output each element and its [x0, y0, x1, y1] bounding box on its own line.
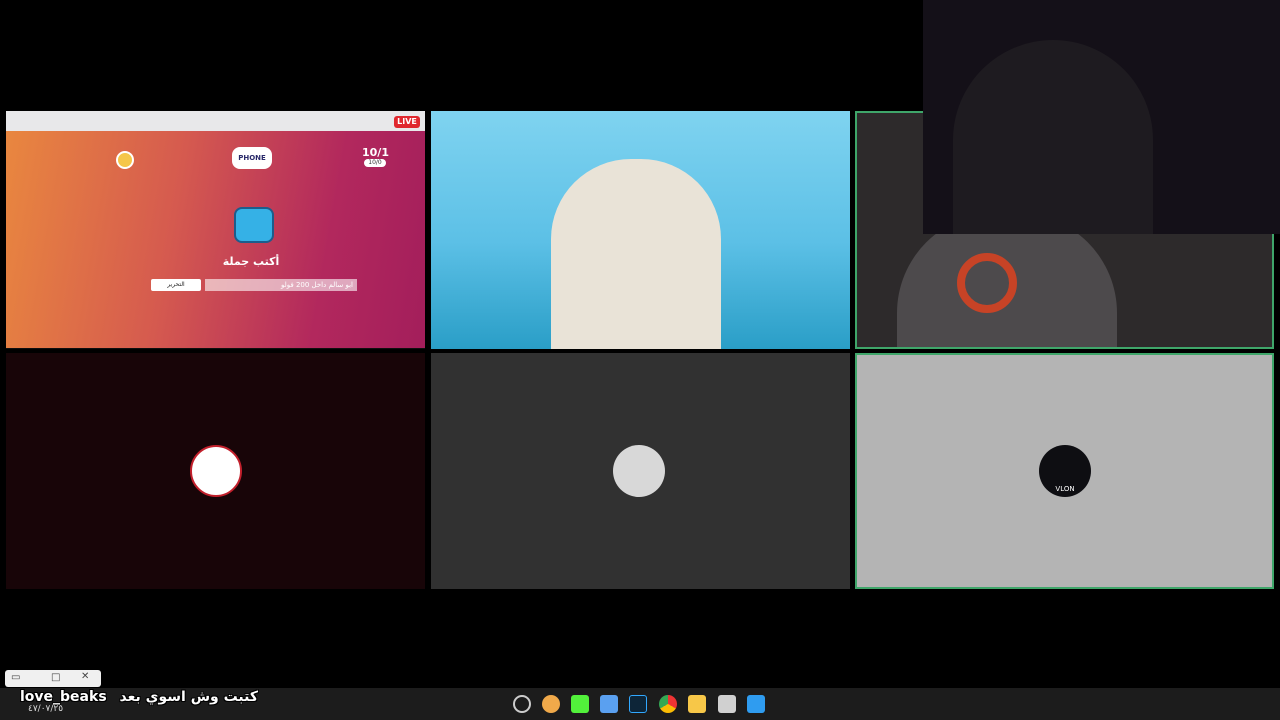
avatar — [190, 445, 242, 497]
chrome-icon[interactable] — [659, 695, 677, 713]
telephone-icon — [234, 207, 274, 243]
caption: كتبت وش اسوي بعد — [119, 689, 258, 705]
username: love_beaks — [20, 689, 107, 705]
folder-icon[interactable] — [688, 695, 706, 713]
avatar: VLON — [1039, 445, 1091, 497]
submit-button[interactable]: التحرير — [151, 279, 201, 291]
browser-toolbar — [6, 111, 425, 131]
sentence-input[interactable]: ابو سالم داخل 200 فولو — [205, 279, 357, 291]
person — [953, 40, 1153, 234]
headphones-icon — [957, 253, 1017, 313]
avatar-label: VLON — [1055, 485, 1075, 493]
chat-overlay: love_beaks كتبت وش اسوي بعد — [20, 689, 258, 705]
discord-icon[interactable] — [542, 695, 560, 713]
maximize-icon[interactable]: □ — [51, 672, 60, 683]
photoshop-icon[interactable] — [629, 695, 647, 713]
game-heading: أكتب جملة — [222, 255, 280, 268]
participant-tile-2[interactable] — [431, 353, 850, 589]
date-label: ٤٧/٠٧/٢٥ — [28, 704, 64, 714]
person — [551, 159, 721, 349]
round-counter: 10/1 — [362, 146, 389, 159]
round-sub: 10/0 — [364, 159, 386, 167]
game-logo: PHONE — [232, 147, 272, 169]
kick-icon[interactable] — [571, 695, 589, 713]
app-icon[interactable] — [718, 695, 736, 713]
restore-icon[interactable]: ▭ — [11, 672, 20, 683]
avatar — [613, 445, 665, 497]
windows-icon[interactable] — [747, 695, 765, 713]
live-badge: LIVE — [394, 116, 420, 128]
screenshare-tile[interactable]: PHONE 10/1 10/0 أكتب جملة ابو سالم داخل … — [6, 111, 425, 349]
timer-icon — [116, 151, 134, 169]
obs-icon[interactable] — [513, 695, 531, 713]
close-icon[interactable]: ✕ — [81, 671, 89, 682]
game-screen: PHONE 10/1 10/0 أكتب جملة ابو سالم داخل … — [6, 131, 425, 348]
streamer-webcam — [923, 0, 1280, 234]
webcam-tile-2[interactable] — [431, 111, 850, 349]
participant-tile-3[interactable]: VLON — [855, 353, 1274, 589]
notepad-icon[interactable] — [600, 695, 618, 713]
participant-tile-1[interactable] — [6, 353, 425, 589]
mini-window[interactable]: ▭ □ ✕ — [5, 670, 101, 687]
